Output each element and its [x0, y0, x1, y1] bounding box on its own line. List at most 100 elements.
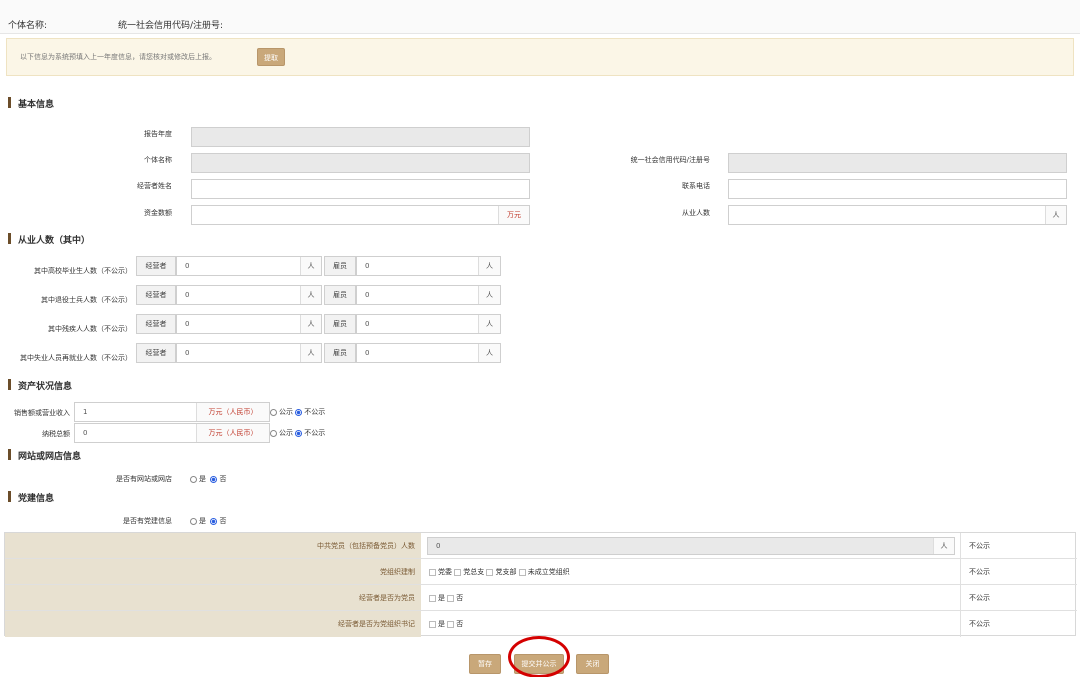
website-yes-radio[interactable]: [190, 475, 197, 483]
no-label: 否: [456, 594, 464, 602]
org-option-label: 未成立党组织: [527, 568, 570, 576]
operator-label: 经营者: [136, 314, 176, 334]
not-public-text: 不公示: [969, 594, 990, 602]
party-members-row: 中共党员（包括预备党员）人数 0 人 不公示: [5, 533, 1077, 559]
entity-name-label: 个体名称: [144, 156, 172, 164]
website-no-label: 否: [219, 475, 227, 483]
not-public-label: 不公示: [304, 429, 326, 437]
party-org-options: 党委 党总支 党支部 未成立党组织: [421, 559, 961, 584]
assets-title: 资产状况信息: [18, 382, 73, 392]
entity-name-header: 个体名称:: [8, 21, 48, 31]
phone-input[interactable]: [728, 179, 1067, 199]
org-option-checkbox[interactable]: [518, 568, 526, 576]
party-members-cell: 0 人: [421, 533, 961, 558]
capital-unit: 万元: [498, 206, 529, 224]
highlight-circle: [508, 636, 570, 677]
not-public-radio[interactable]: [295, 408, 303, 416]
extract-button[interactable]: 提取: [257, 48, 285, 66]
party-members-label: 中共党员（包括预备党员）人数: [5, 533, 421, 558]
operator-label: 经营者: [136, 285, 176, 305]
employee-label: 雇员: [324, 256, 356, 276]
org-option-checkbox[interactable]: [429, 568, 436, 576]
org-option-label: 党总支: [463, 568, 485, 576]
party-yes-radio[interactable]: [190, 517, 197, 525]
section-marker: [8, 379, 11, 390]
party-table: 中共党员（包括预备党员）人数 0 人 不公示 党组织建制 党委 党总支 党支部 …: [4, 532, 1077, 637]
employee-row-label: 其中退役士兵人数（不公示）: [41, 296, 132, 304]
employee-label: 雇员: [324, 343, 356, 363]
report-year-label: 报告年度: [144, 130, 172, 138]
org-option-label: 党委: [438, 568, 452, 576]
party-yes-label: 是: [199, 517, 206, 525]
close-button[interactable]: 关闭: [576, 654, 609, 674]
section-marker: [8, 233, 11, 244]
party-no-label: 否: [219, 517, 227, 525]
employees-label: 从业人数: [682, 209, 710, 217]
operator-count-unit: 人: [300, 315, 321, 333]
section-marker: [8, 97, 11, 108]
no-label: 否: [456, 620, 464, 628]
not-public-text: 不公示: [969, 620, 990, 628]
entity-name-field: [191, 153, 530, 173]
yes-checkbox[interactable]: [429, 620, 436, 628]
employee-count-unit: 人: [478, 344, 500, 362]
operator-name-input[interactable]: [191, 179, 530, 199]
employees-input[interactable]: [728, 205, 1067, 225]
tax-publicity: 公示 不公示: [270, 428, 325, 438]
capital-input[interactable]: [191, 205, 530, 225]
section-marker: [8, 491, 11, 502]
yes-label: 是: [438, 620, 445, 628]
operator-member-row: 经营者是否为党员 是 否 不公示: [5, 585, 1077, 611]
party-members-input[interactable]: 0: [427, 537, 955, 555]
tax-label: 纳税总额: [42, 430, 70, 438]
org-option-label: 党支部: [495, 568, 517, 576]
no-checkbox[interactable]: [447, 620, 455, 628]
website-options: 是 否: [190, 474, 226, 484]
org-option-checkbox[interactable]: [454, 568, 462, 576]
website-question: 是否有网站或网店: [116, 475, 172, 483]
save-button[interactable]: 暂存: [469, 654, 501, 674]
not-public-radio[interactable]: [295, 429, 303, 437]
party-members-unit: 人: [933, 538, 954, 554]
not-public-text: 不公示: [969, 568, 990, 576]
operator-secretary-label: 经营者是否为党组织书记: [5, 611, 421, 637]
employee-row-label: 其中高校毕业生人数（不公示）: [34, 267, 132, 275]
public-label: 公示: [279, 429, 293, 437]
report-year-field: [191, 127, 530, 147]
credit-code-label: 统一社会信用代码/注册号: [630, 156, 710, 164]
operator-count-unit: 人: [300, 344, 321, 362]
employee-count-unit: 人: [478, 257, 500, 275]
employees-title: 从业人数（其中）: [18, 236, 91, 246]
revenue-unit: 万元（人民币）: [196, 403, 269, 421]
employee-count-unit: 人: [478, 315, 500, 333]
employee-label: 雇员: [324, 314, 356, 334]
operator-member-label: 经营者是否为党员: [5, 585, 421, 610]
not-public-text: 不公示: [969, 542, 990, 550]
party-no-radio[interactable]: [210, 517, 218, 525]
operator-label: 经营者: [136, 256, 176, 276]
employee-row-label: 其中残疾人人数（不公示）: [48, 325, 132, 333]
operator-label: 经营者: [136, 343, 176, 363]
party-org-row: 党组织建制 党委 党总支 党支部 未成立党组织 不公示: [5, 559, 1077, 585]
employee-row-label: 其中失业人员再就业人数（不公示）: [20, 354, 132, 362]
operator-name-label: 经营者姓名: [137, 182, 172, 190]
operator-secretary-options: 是 否: [421, 611, 961, 637]
revenue-label: 销售额或营业收入: [14, 409, 70, 417]
org-option-checkbox[interactable]: [486, 568, 494, 576]
website-title: 网站或网店信息: [18, 452, 82, 462]
employees-unit: 人: [1045, 206, 1066, 224]
yes-label: 是: [438, 594, 445, 602]
phone-label: 联系电话: [682, 182, 710, 190]
no-checkbox[interactable]: [447, 594, 455, 602]
yes-checkbox[interactable]: [429, 594, 436, 602]
notice-text: 以下信息为系统预填入上一年度信息，请您核对或修改后上报。: [20, 53, 216, 61]
website-yes-label: 是: [199, 475, 206, 483]
website-no-radio[interactable]: [210, 475, 218, 483]
credit-code-field: [728, 153, 1067, 173]
revenue-publicity: 公示 不公示: [270, 407, 325, 417]
public-radio[interactable]: [270, 429, 277, 437]
party-org-label: 党组织建制: [5, 559, 421, 584]
party-question: 是否有党建信息: [123, 517, 172, 525]
public-radio[interactable]: [270, 408, 277, 416]
party-title: 党建信息: [18, 494, 55, 504]
